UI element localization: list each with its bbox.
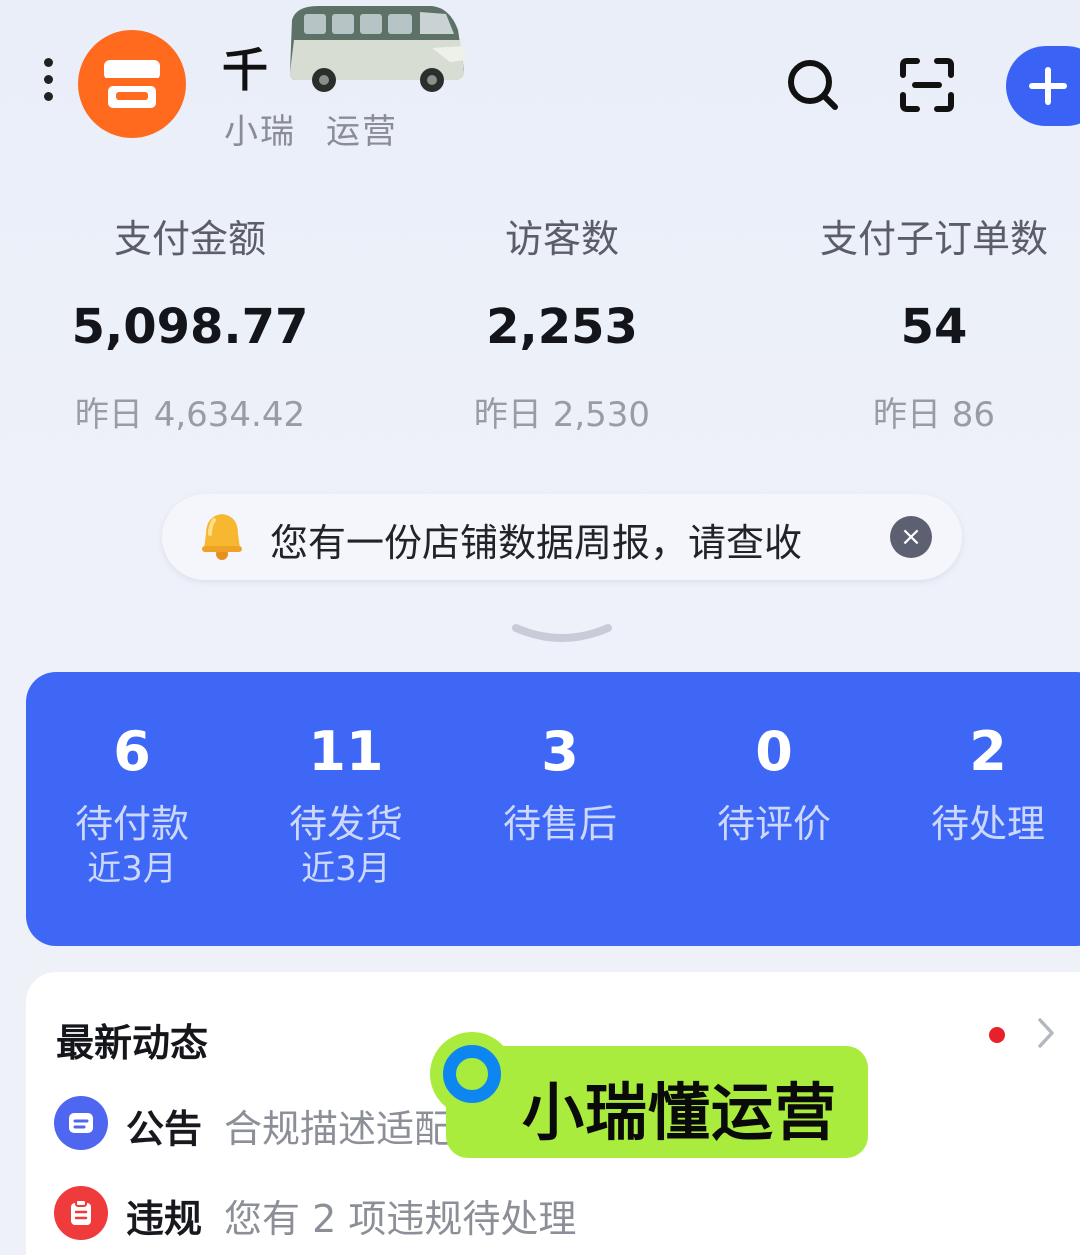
order-label: 待售后	[502, 802, 617, 846]
stat-label: 支付子订单数	[819, 217, 1048, 261]
stat-yesterday: 昨日 2,530	[473, 395, 651, 435]
shop-owner: 小瑞	[224, 112, 296, 152]
stat-pay-amount[interactable]: 支付金额 5,098.77 昨日 4,634.42	[10, 200, 370, 436]
order-pending-handle[interactable]: 2 待处理	[888, 720, 1080, 847]
close-icon[interactable]: ×	[890, 516, 932, 558]
stat-sub-orders[interactable]: 支付子订单数 54 昨日 86	[754, 200, 1080, 436]
add-icon	[1029, 67, 1067, 105]
top-header: 千 小瑞 运营	[0, 0, 1080, 170]
order-status-panel: 6 待付款 近3月 11 待发货 近3月 3 待售后 0 待评价 2 待处理	[26, 672, 1080, 946]
order-pending-payment[interactable]: 6 待付款 近3月	[32, 720, 232, 891]
more-icon[interactable]	[40, 58, 56, 108]
order-label: 待评价	[716, 802, 831, 846]
news-type: 公告	[126, 1107, 203, 1151]
stat-label: 支付金额	[113, 217, 266, 261]
chevron-right-icon[interactable]	[1034, 1016, 1058, 1050]
stat-value: 5,098.77	[71, 299, 309, 355]
van-sticker-image	[290, 6, 466, 92]
shop-role: 运营	[326, 112, 398, 152]
bell-icon	[202, 514, 242, 560]
add-button[interactable]	[1006, 46, 1080, 126]
news-text: 合规描述适配	[224, 1107, 453, 1151]
weekly-report-notice[interactable]: 您有一份店铺数据周报，请查收 ×	[162, 494, 962, 580]
order-sub: 近3月	[301, 849, 391, 889]
order-count: 2	[969, 720, 1007, 783]
stat-visitors[interactable]: 访客数 2,253 昨日 2,530	[382, 200, 742, 436]
stat-value: 2,253	[486, 299, 638, 355]
stats-row: 支付金额 5,098.77 昨日 4,634.42 访客数 2,253 昨日 2…	[0, 200, 1080, 435]
shop-logo-icon[interactable]	[78, 30, 186, 138]
order-count: 6	[113, 720, 151, 783]
stat-yesterday: 昨日 86	[872, 395, 996, 435]
brand-watermark-text: 小瑞懂运营	[522, 1076, 838, 1149]
chevron-down-icon[interactable]	[510, 620, 614, 650]
order-sub: 近3月	[87, 849, 177, 889]
stat-yesterday: 昨日 4,634.42	[74, 395, 306, 435]
order-label: 待付款	[74, 802, 189, 846]
order-pending-shipment[interactable]: 11 待发货 近3月	[246, 720, 446, 891]
news-title: 最新动态	[56, 1021, 209, 1065]
notice-text: 您有一份店铺数据周报，请查收	[270, 521, 803, 565]
search-icon[interactable]	[780, 52, 846, 118]
scan-icon[interactable]	[894, 52, 960, 118]
news-row-violation[interactable]: 违规 您有 2 项违规待处理	[54, 1182, 1054, 1242]
order-label: 待处理	[930, 802, 1045, 846]
order-label: 待发货	[288, 802, 403, 846]
order-count: 3	[541, 720, 579, 783]
unread-dot	[989, 1027, 1005, 1043]
shop-subtitle: 小瑞 运营	[224, 104, 428, 153]
order-count: 0	[755, 720, 793, 783]
order-count: 11	[308, 720, 384, 783]
order-pending-review[interactable]: 0 待评价	[674, 720, 874, 847]
brand-ring-icon	[430, 1032, 514, 1116]
stat-value: 54	[900, 299, 968, 355]
news-text: 您有 2 项违规待处理	[224, 1197, 577, 1241]
stat-label: 访客数	[504, 217, 619, 261]
news-type: 违规	[126, 1197, 203, 1241]
announcement-icon	[54, 1096, 108, 1150]
shop-name[interactable]: 千	[222, 34, 268, 100]
order-after-sales[interactable]: 3 待售后	[460, 720, 660, 847]
violation-icon	[54, 1186, 108, 1240]
